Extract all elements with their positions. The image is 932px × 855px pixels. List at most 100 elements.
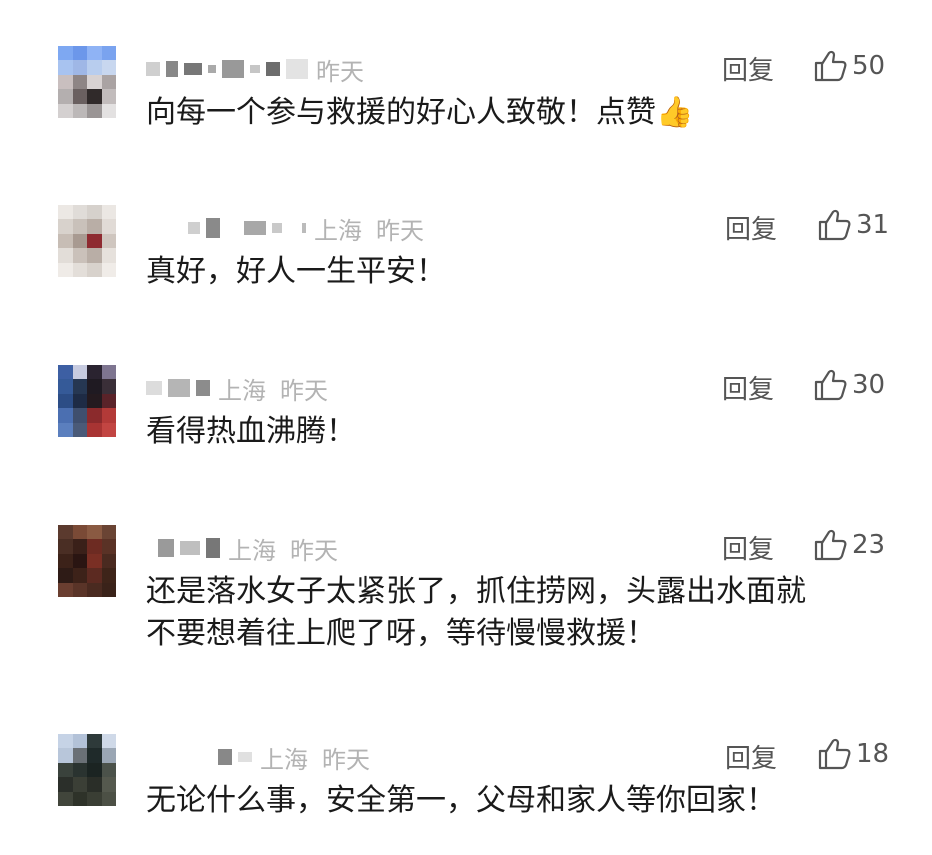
like-button[interactable]: 23 bbox=[812, 527, 885, 563]
username-mosaic[interactable] bbox=[188, 218, 306, 238]
avatar-pixel bbox=[101, 219, 116, 234]
avatar-pixel bbox=[87, 393, 102, 409]
avatar-pixel bbox=[72, 262, 87, 277]
avatar-pixel bbox=[58, 262, 73, 277]
comment-body: 向每一个参与救援的好心人致敬！点赞 bbox=[146, 95, 656, 130]
avatar-pixel bbox=[58, 408, 73, 423]
username-mosaic[interactable] bbox=[146, 379, 210, 397]
avatar-pixel bbox=[72, 539, 87, 554]
avatar-pixel bbox=[72, 379, 87, 394]
avatar-pixel bbox=[58, 205, 73, 220]
avatar-pixel bbox=[72, 103, 87, 118]
avatar-pixel bbox=[101, 539, 116, 554]
avatar-pixel bbox=[58, 60, 73, 75]
username-mosaic[interactable] bbox=[146, 59, 308, 79]
avatar-pixel bbox=[72, 233, 87, 249]
avatar-pixel bbox=[101, 60, 116, 75]
avatar-pixel bbox=[87, 379, 102, 394]
avatar-pixel bbox=[58, 525, 73, 540]
avatar-pixel bbox=[101, 365, 116, 380]
avatar-pixel bbox=[72, 777, 87, 792]
comment-text: 看得热血沸腾！ bbox=[146, 414, 356, 449]
comment-time: 昨天 bbox=[290, 536, 338, 565]
avatar-pixel bbox=[72, 568, 87, 583]
like-button[interactable]: 50 bbox=[812, 48, 885, 84]
like-button[interactable]: 18 bbox=[816, 736, 889, 772]
avatar[interactable] bbox=[58, 205, 116, 277]
avatar-pixel bbox=[87, 219, 102, 234]
avatar-pixel bbox=[101, 46, 116, 61]
avatar-pixel bbox=[87, 74, 102, 90]
reply-button[interactable]: 回复 bbox=[722, 369, 774, 406]
avatar-pixel bbox=[87, 539, 102, 554]
avatar-pixel bbox=[72, 422, 87, 437]
avatar-pixel bbox=[101, 248, 116, 263]
avatar-pixel bbox=[58, 777, 73, 792]
avatar-pixel bbox=[87, 103, 102, 118]
avatar-pixel bbox=[87, 89, 102, 104]
like-count: 23 bbox=[852, 530, 886, 560]
avatar-pixel bbox=[72, 74, 87, 90]
avatar-pixel bbox=[87, 762, 102, 778]
reply-button[interactable]: 回复 bbox=[722, 50, 774, 87]
avatar-pixel bbox=[87, 46, 102, 61]
avatar-pixel bbox=[72, 553, 87, 569]
comment-location: 上海 bbox=[260, 745, 308, 774]
avatar-pixel bbox=[58, 539, 73, 554]
avatar-pixel bbox=[58, 46, 73, 61]
avatar-pixel bbox=[87, 408, 102, 423]
avatar-pixel bbox=[101, 262, 116, 277]
avatar-pixel bbox=[101, 553, 116, 569]
avatar-pixel bbox=[72, 219, 87, 234]
reply-button[interactable]: 回复 bbox=[725, 738, 777, 775]
avatar-pixel bbox=[101, 103, 116, 118]
avatar-pixel bbox=[58, 553, 73, 569]
avatar-pixel bbox=[58, 791, 73, 806]
avatar-pixel bbox=[101, 791, 116, 806]
comment-time: 昨天 bbox=[376, 216, 424, 245]
avatar-pixel bbox=[87, 525, 102, 540]
username-mosaic[interactable] bbox=[218, 749, 252, 765]
avatar-pixel bbox=[72, 365, 87, 380]
avatar-pixel bbox=[87, 777, 102, 792]
like-count: 30 bbox=[852, 370, 886, 400]
avatar-pixel bbox=[101, 748, 116, 763]
comment-time: 昨天 bbox=[322, 745, 370, 774]
username-mosaic[interactable] bbox=[158, 538, 220, 558]
thumbs-up-icon bbox=[814, 50, 847, 82]
avatar-pixel bbox=[72, 582, 87, 597]
avatar-pixel bbox=[87, 582, 102, 597]
thumbs-up-icon bbox=[818, 738, 851, 770]
comment-location: 上海 bbox=[314, 216, 362, 245]
avatar-pixel bbox=[87, 233, 102, 249]
comment-meta: 上海 昨天 bbox=[146, 531, 352, 565]
reply-button[interactable]: 回复 bbox=[722, 529, 774, 566]
avatar-pixel bbox=[101, 74, 116, 90]
avatar-pixel bbox=[72, 734, 87, 749]
like-count: 31 bbox=[856, 210, 890, 240]
avatar-pixel bbox=[58, 734, 73, 749]
avatar-pixel bbox=[58, 219, 73, 234]
comment-text: 真好，好人一生平安！ bbox=[146, 254, 446, 289]
reply-button[interactable]: 回复 bbox=[725, 209, 777, 246]
avatar-pixel bbox=[58, 89, 73, 104]
like-button[interactable]: 30 bbox=[812, 367, 885, 403]
avatar-pixel bbox=[101, 408, 116, 423]
avatar[interactable] bbox=[58, 525, 116, 597]
like-button[interactable]: 31 bbox=[816, 207, 889, 243]
avatar-pixel bbox=[58, 233, 73, 249]
avatar-pixel bbox=[87, 734, 102, 749]
avatar[interactable] bbox=[58, 734, 116, 806]
avatar-pixel bbox=[87, 248, 102, 263]
avatar-pixel bbox=[87, 568, 102, 583]
avatar-pixel bbox=[58, 568, 73, 583]
avatar[interactable] bbox=[58, 365, 116, 437]
avatar-pixel bbox=[58, 762, 73, 778]
avatar[interactable] bbox=[58, 46, 116, 118]
comment-text: 还是落水女子太紧张了，抓住捞网，头露出水面就 不要想着往上爬了呀，等待慢慢救援！ bbox=[146, 574, 806, 651]
avatar-pixel bbox=[101, 422, 116, 437]
avatar-pixel bbox=[58, 74, 73, 90]
avatar-pixel bbox=[101, 734, 116, 749]
avatar-pixel bbox=[58, 379, 73, 394]
avatar-pixel bbox=[58, 582, 73, 597]
